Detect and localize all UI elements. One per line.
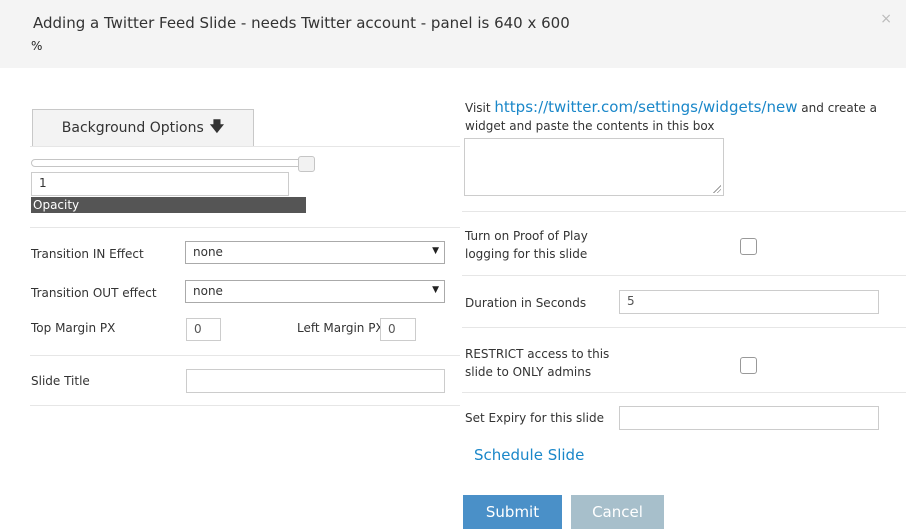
left-margin-label: Left Margin PX [297,321,384,335]
top-margin-label: Top Margin PX [31,321,116,335]
divider [462,275,906,276]
transition-out-label: Transition OUT effect [31,286,157,300]
duration-input[interactable]: 5 [619,290,879,314]
proof-of-play-label: Turn on Proof of Play logging for this s… [465,227,588,263]
widget-code-textarea[interactable] [464,138,724,196]
opacity-slider-handle[interactable] [298,156,315,172]
opacity-label: Opacity [31,197,306,213]
modal-title: Adding a Twitter Feed Slide - needs Twit… [33,14,570,32]
expiry-label: Set Expiry for this slide [465,411,604,425]
select-caret-icon: ▼ [432,246,439,256]
proof-of-play-label-line1: Turn on Proof of Play [465,229,588,243]
background-options-button[interactable]: Background Options 🡇 [32,109,254,147]
arrow-down-icon: 🡇 [209,119,225,135]
expiry-input[interactable] [619,406,879,430]
transition-in-label: Transition IN Effect [31,247,144,261]
close-icon[interactable]: × [880,11,892,27]
modal-header: Adding a Twitter Feed Slide - needs Twit… [0,0,906,68]
transition-out-value: none [193,284,223,298]
divider [30,227,460,228]
top-margin-input[interactable]: 0 [186,318,221,341]
divider [30,405,460,406]
select-caret-icon: ▼ [432,285,439,295]
restrict-access-label: RESTRICT access to this slide to ONLY ad… [465,345,609,381]
visit-prefix: Visit [465,101,491,115]
schedule-slide-link[interactable]: Schedule Slide [474,446,584,464]
proof-of-play-checkbox[interactable] [740,238,757,255]
slide-title-label: Slide Title [31,374,90,388]
restrict-access-checkbox[interactable] [740,357,757,374]
divider [462,211,906,212]
opacity-input[interactable]: 1 [31,172,289,196]
divider [30,355,460,356]
restrict-access-label-line2: slide to ONLY admins [465,365,592,379]
cancel-button[interactable]: Cancel [571,495,664,529]
opacity-slider-track[interactable] [31,159,311,167]
link-icon[interactable]: % [31,39,42,53]
left-margin-input[interactable]: 0 [380,318,416,341]
duration-label: Duration in Seconds [465,296,587,310]
transition-in-value: none [193,245,223,259]
submit-button[interactable]: Submit [463,495,562,529]
transition-in-select[interactable]: none ▼ [185,241,445,264]
slide-title-input[interactable] [186,369,445,393]
divider [462,327,906,328]
background-options-label: Background Options [61,120,204,136]
restrict-access-label-line1: RESTRICT access to this [465,347,610,361]
divider [462,392,906,393]
twitter-widget-instructions: Visit https://twitter.com/settings/widge… [465,98,905,135]
twitter-widgets-link[interactable]: https://twitter.com/settings/widgets/new [494,98,797,116]
proof-of-play-label-line2: logging for this slide [465,247,588,261]
divider [30,146,460,147]
resize-grip-icon[interactable] [713,185,721,193]
transition-out-select[interactable]: none ▼ [185,280,445,303]
